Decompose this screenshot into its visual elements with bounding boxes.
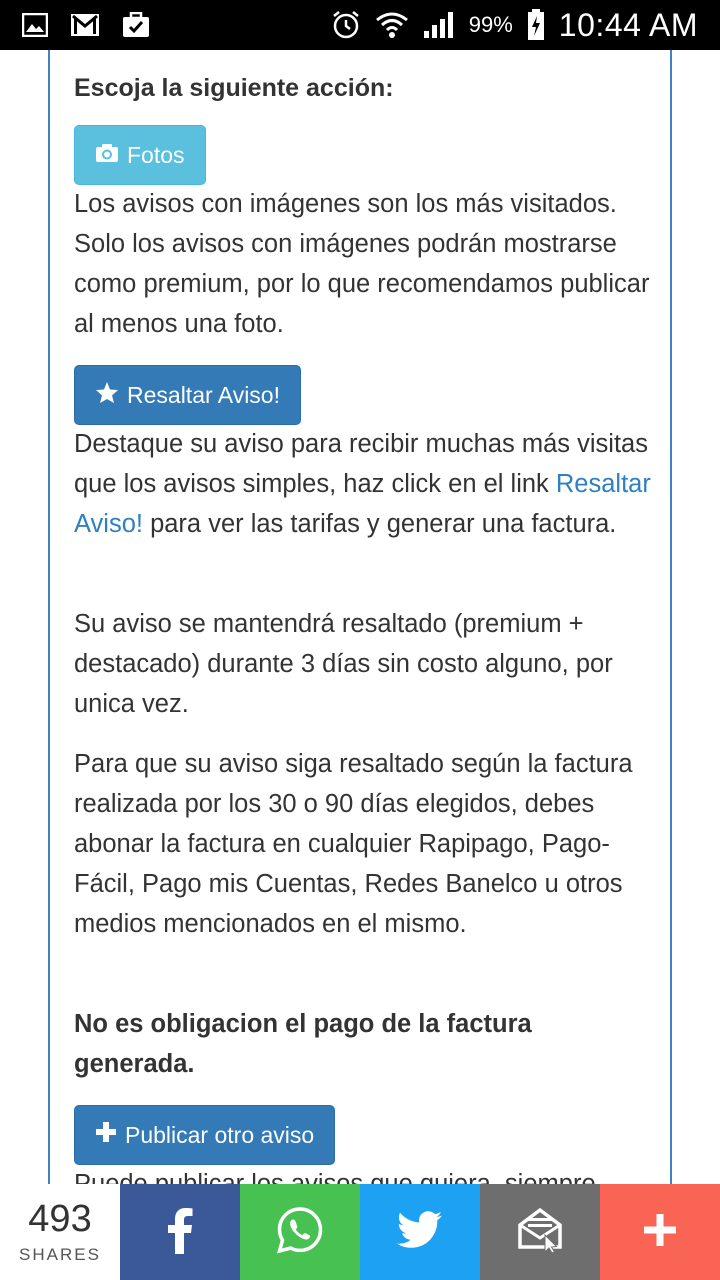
wifi-icon: [375, 10, 409, 40]
gmail-notification-icon: [70, 13, 100, 37]
factura-info: Para que su aviso siga resaltado según l…: [74, 750, 633, 938]
briefcase-check-icon: [122, 12, 150, 38]
obligacion-text: No es obligacion el pago de la factura g…: [74, 1010, 532, 1078]
publicar-description: Puede publicar los avisos que quiera, si…: [74, 1170, 596, 1184]
resaltado-info: Su aviso se mantendrá resaltado (premium…: [74, 610, 613, 718]
camera-icon: [95, 142, 119, 169]
resaltar-aviso-button[interactable]: Resaltar Aviso!: [74, 365, 301, 425]
share-counter: 493 SHARES: [0, 1184, 120, 1280]
whatsapp-share-button[interactable]: [240, 1184, 360, 1280]
email-share-button[interactable]: [480, 1184, 600, 1280]
whatsapp-icon: [276, 1206, 324, 1259]
status-bar: 99% 10:44 AM: [0, 0, 720, 50]
share-count: 493: [28, 1198, 92, 1240]
alarm-icon: [331, 10, 361, 40]
fotos-button[interactable]: Fotos: [74, 125, 206, 185]
twitter-icon: [397, 1210, 443, 1254]
obligacion-note: No es obligacion el pago de la factura g…: [74, 1004, 659, 1084]
gallery-notification-icon: [22, 13, 48, 37]
plus-icon: [95, 1121, 117, 1149]
battery-percentage: 99%: [468, 12, 513, 37]
battery-charging-icon: [527, 9, 545, 41]
resaltar-description: Destaque su aviso para recibir muchas má…: [74, 424, 659, 544]
fotos-description: Los avisos con imágenes son los más visi…: [74, 190, 650, 338]
facebook-icon: [165, 1206, 195, 1259]
resaltar-text-after: para ver las tarifas y generar una factu…: [142, 510, 617, 538]
resaltar-aviso-button-label: Resaltar Aviso!: [127, 381, 280, 408]
publicar-otro-aviso-button[interactable]: Publicar otro aviso: [74, 1105, 336, 1165]
signal-icon: [423, 11, 455, 39]
facebook-share-button[interactable]: [120, 1184, 240, 1280]
share-count-label: SHARES: [19, 1245, 101, 1264]
action-heading: Escoja la siguiente acción:: [74, 74, 394, 102]
more-share-button[interactable]: [600, 1184, 720, 1280]
star-icon: [95, 381, 119, 410]
clock: 10:44 AM: [558, 6, 698, 43]
content-card: Escoja la siguiente acción: Fotos Los av…: [48, 50, 672, 1184]
publicar-otro-aviso-button-label: Publicar otro aviso: [125, 1121, 315, 1148]
fotos-button-label: Fotos: [127, 141, 185, 168]
twitter-share-button[interactable]: [360, 1184, 480, 1280]
plus-icon: [643, 1213, 677, 1252]
share-bar: 493 SHARES: [0, 1184, 720, 1280]
email-icon: [516, 1207, 564, 1258]
